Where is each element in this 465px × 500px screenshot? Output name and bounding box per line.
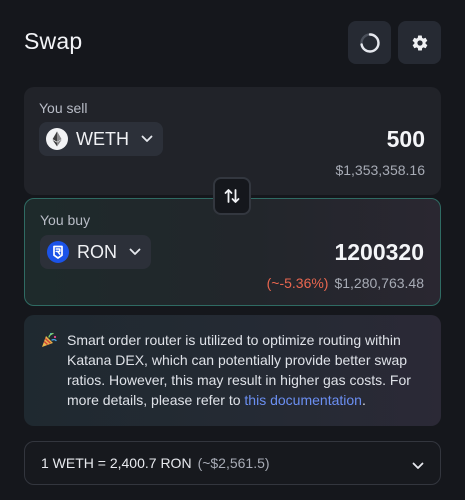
chevron-down-icon xyxy=(141,135,153,143)
buy-token-select[interactable]: RON xyxy=(40,235,151,269)
notice-text: Smart order router is utilized to optimi… xyxy=(67,330,427,410)
party-popper-icon xyxy=(40,331,58,354)
swap-app: Swap You sell WETH 500 $1,353,358.16 You… xyxy=(0,0,465,500)
router-notice: Smart order router is utilized to optimi… xyxy=(24,315,441,426)
chevron-down-icon xyxy=(129,248,141,256)
sell-amount-input[interactable]: 500 xyxy=(387,126,425,153)
notice-suffix: . xyxy=(361,392,366,408)
ethereum-icon xyxy=(46,128,68,150)
sell-token-name: WETH xyxy=(76,128,129,149)
rate-details-toggle[interactable]: 1 WETH = 2,400.7 RON (~$2,561.5) xyxy=(24,441,441,485)
sell-token-select[interactable]: WETH xyxy=(39,122,163,156)
ronin-icon xyxy=(47,241,69,263)
buy-amount-input[interactable]: 1200320 xyxy=(334,239,424,266)
swap-direction-button[interactable] xyxy=(213,177,251,215)
page-title: Swap xyxy=(24,28,83,54)
header: Swap xyxy=(0,0,465,86)
gear-icon xyxy=(412,34,427,51)
buy-usd-value: $1,280,763.48 xyxy=(334,275,424,291)
buy-label: You buy xyxy=(40,212,91,228)
buy-usd-row: (~-5.36%) $1,280,763.48 xyxy=(267,275,424,291)
refresh-button[interactable] xyxy=(348,21,391,64)
exchange-rate-value: 1 WETH = 2,400.7 RON xyxy=(41,455,192,471)
swap-arrows-icon xyxy=(224,189,240,203)
loading-spinner-icon xyxy=(359,32,380,53)
sell-label: You sell xyxy=(39,100,88,116)
chevron-down-icon xyxy=(412,457,424,475)
documentation-link[interactable]: this documentation xyxy=(244,392,362,408)
exchange-rate-usd: (~$2,561.5) xyxy=(197,455,270,471)
exchange-rate: 1 WETH = 2,400.7 RON (~$2,561.5) xyxy=(41,455,270,471)
settings-button[interactable] xyxy=(398,21,441,64)
buy-token-name: RON xyxy=(77,241,117,262)
sell-usd-value: $1,353,358.16 xyxy=(335,162,425,178)
price-impact: (~-5.36%) xyxy=(266,275,329,291)
